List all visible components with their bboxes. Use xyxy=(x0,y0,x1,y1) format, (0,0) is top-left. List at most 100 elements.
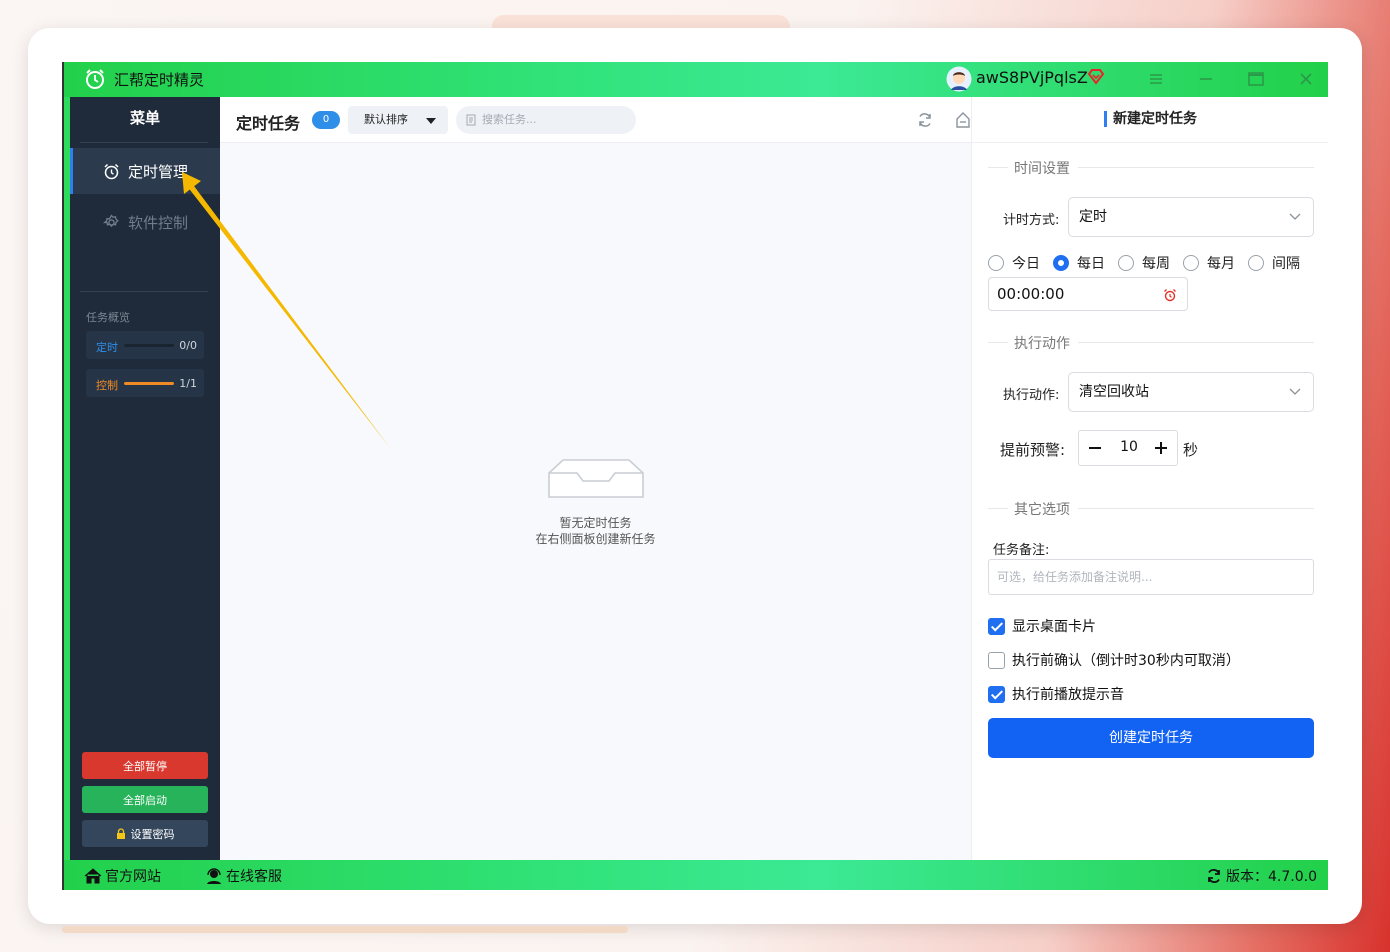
sidebar-item-software-control[interactable]: 软件控制 xyxy=(70,199,220,245)
radio-today[interactable]: 今日 xyxy=(988,253,1040,273)
version-label: 版本：4.7.0.0 xyxy=(1226,869,1317,885)
progress-fill xyxy=(124,382,174,385)
divider xyxy=(988,508,1008,509)
checkbox-box xyxy=(988,685,1005,703)
title-bar: 汇帮定时精灵 awS8PVjPqlsZ xyxy=(62,62,1328,97)
alarm-clock-icon xyxy=(104,163,119,179)
maximize-icon[interactable] xyxy=(1245,68,1267,90)
checkbox-label: 执行前播放提示音 xyxy=(1012,687,1124,703)
checkbox-label: 显示桌面卡片 xyxy=(1012,619,1096,635)
radio-label: 间隔 xyxy=(1272,256,1300,272)
empty-state: 暂无定时任务 在右侧面板创建新任务 xyxy=(220,457,971,547)
official-website-link[interactable]: 官方网站 xyxy=(84,866,161,886)
task-list-header: 定时任务 0 默认排序 搜索任务... xyxy=(220,97,1008,143)
progress-bar xyxy=(124,344,174,347)
set-password-label: 设置密码 xyxy=(130,827,175,841)
checkbox-box xyxy=(988,651,1005,669)
timing-mode-label: 计时方式: xyxy=(1003,213,1060,228)
close-icon[interactable] xyxy=(1295,68,1317,90)
vip-diamond-icon[interactable] xyxy=(1086,67,1106,87)
show-desktop-card-checkbox[interactable]: 显示桌面卡片 xyxy=(988,616,1096,636)
radio-dot xyxy=(1248,255,1264,271)
section-other-options: 其它选项 xyxy=(988,498,1314,519)
app-title: 汇帮定时精灵 xyxy=(114,71,205,89)
radio-monthly[interactable]: 每月 xyxy=(1183,253,1235,273)
alarm-clock-icon[interactable] xyxy=(1163,288,1177,302)
play-sound-checkbox[interactable]: 执行前播放提示音 xyxy=(988,684,1124,704)
gear-icon xyxy=(103,213,119,227)
overview-row-control: 控制 1/1 xyxy=(86,369,204,397)
refresh-icon[interactable] xyxy=(916,111,934,129)
support-label: 在线客服 xyxy=(226,869,282,885)
sidebar-item-timer-management[interactable]: 定时管理 xyxy=(70,148,220,194)
sort-dropdown[interactable]: 默认排序 xyxy=(348,106,448,134)
set-password-button[interactable]: 设置密码 xyxy=(82,820,208,847)
document-icon xyxy=(466,114,476,126)
menu-icon[interactable] xyxy=(1145,68,1167,90)
overview-row-timer: 定时 0/0 xyxy=(86,331,204,359)
radio-interval[interactable]: 间隔 xyxy=(1248,253,1300,273)
task-count-badge: 0 xyxy=(312,111,340,129)
frequency-radio-group: 今日 每日 每周 每月 间隔 xyxy=(988,253,1313,273)
window-edge xyxy=(62,62,64,890)
timing-mode-select[interactable]: 定时 xyxy=(1068,197,1314,237)
warning-unit: 秒 xyxy=(1183,441,1199,459)
task-list-area: 定时任务 0 默认排序 搜索任务... 暂无定时任务 在右侧面板创建新任务 xyxy=(220,97,1008,860)
overview-name: 控制 xyxy=(96,379,118,392)
radio-dot xyxy=(1183,255,1199,271)
chevron-down-icon xyxy=(1289,388,1301,395)
sidebar-item-label: 定时管理 xyxy=(128,162,189,181)
background-decoration xyxy=(62,926,628,933)
divider xyxy=(1078,167,1314,168)
radio-label: 每日 xyxy=(1077,256,1105,272)
radio-dot xyxy=(1118,255,1134,271)
overview-value: 1/1 xyxy=(179,377,197,390)
checkbox-box xyxy=(988,617,1005,635)
section-title: 时间设置 xyxy=(1008,158,1076,178)
divider xyxy=(80,142,208,143)
timing-mode-value: 定时 xyxy=(1079,209,1107,225)
panel-title: 新建定时任务 xyxy=(1104,111,1197,127)
radio-dot xyxy=(1053,255,1069,271)
user-avatar[interactable] xyxy=(946,66,972,92)
menu-title: 菜单 xyxy=(129,109,160,127)
chevron-down-icon xyxy=(1289,213,1301,220)
search-placeholder: 搜索任务... xyxy=(482,113,537,126)
version-info[interactable]: 版本：4.7.0.0 xyxy=(1205,866,1317,886)
time-value: 00:00:00 xyxy=(997,285,1065,303)
new-task-panel: 新建定时任务 时间设置 计时方式: 定时 今日 每日 每周 每月 间隔 00:0… xyxy=(971,97,1328,860)
empty-inbox-icon xyxy=(547,459,644,498)
search-input[interactable]: 搜索任务... xyxy=(456,106,636,134)
divider xyxy=(1078,508,1314,509)
lock-icon xyxy=(116,827,125,839)
username[interactable]: awS8PVjPqlsZ xyxy=(976,68,1088,87)
empty-message: 暂无定时任务 xyxy=(559,516,632,530)
note-input[interactable]: 可选，给任务添加备注说明... xyxy=(988,559,1314,595)
sidebar: 菜单 定时管理 软件控制 任务概览 定时 0/0 控制 1/1 全部暂停 全部启… xyxy=(70,97,220,860)
task-overview-label: 任务概览 xyxy=(86,311,130,324)
time-input[interactable]: 00:00:00 xyxy=(988,277,1188,311)
clear-icon[interactable] xyxy=(954,111,972,129)
divider xyxy=(80,291,208,292)
radio-label: 每月 xyxy=(1207,256,1235,272)
radio-daily[interactable]: 每日 xyxy=(1053,253,1105,273)
radio-weekly[interactable]: 每周 xyxy=(1118,253,1170,273)
online-support-link[interactable]: 在线客服 xyxy=(205,866,282,886)
action-select[interactable]: 清空回收站 xyxy=(1068,372,1314,412)
caret-down-icon xyxy=(426,118,436,124)
checkbox-label: 执行前确认（倒计时30秒内可取消） xyxy=(1012,653,1240,669)
alarm-clock-logo-icon xyxy=(86,69,104,89)
start-all-button[interactable]: 全部启动 xyxy=(82,786,208,813)
pause-all-button[interactable]: 全部暂停 xyxy=(82,752,208,779)
radio-label: 今日 xyxy=(1012,256,1040,272)
confirm-before-execute-checkbox[interactable]: 执行前确认（倒计时30秒内可取消） xyxy=(988,650,1240,670)
home-icon xyxy=(84,868,102,884)
create-task-button[interactable]: 创建定时任务 xyxy=(988,718,1314,758)
note-label: 任务备注: xyxy=(993,543,1050,558)
plus-button[interactable] xyxy=(1155,442,1167,454)
status-bar: 官方网站 在线客服 版本：4.7.0.0 xyxy=(62,860,1328,890)
minimize-icon[interactable] xyxy=(1195,68,1217,90)
section-title: 其它选项 xyxy=(1008,499,1076,519)
overview-value: 0/0 xyxy=(179,339,197,352)
radio-dot xyxy=(988,255,1004,271)
